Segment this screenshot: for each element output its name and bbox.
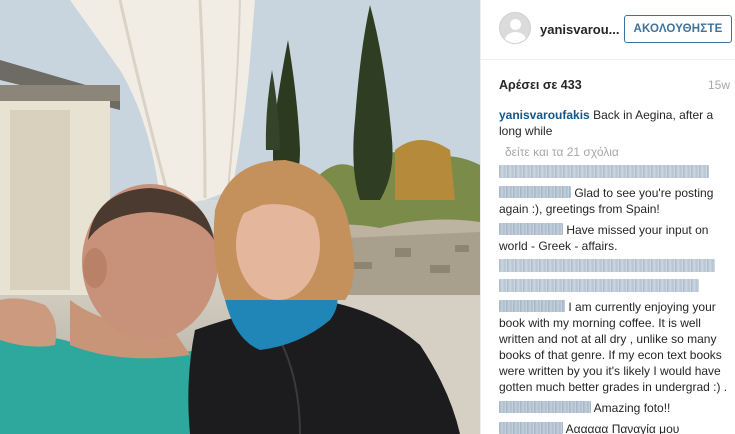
- blurred-comment-line: [499, 259, 715, 272]
- blurred-comment-line: [499, 279, 699, 292]
- username-link[interactable]: yanisvarou...: [540, 22, 619, 37]
- likes-count[interactable]: Αρέσει σε 433: [499, 78, 582, 92]
- post-side-panel: yanisvarou... ΑΚΟΛΟΥΘΗΣΤΕ Αρέσει σε 433 …: [480, 0, 735, 434]
- follow-button[interactable]: ΑΚΟΛΟΥΘΗΣΤΕ: [624, 15, 732, 43]
- comments-list: yanisvaroufakis Back in Aegina, after a …: [499, 107, 731, 434]
- post-header: yanisvarou... ΑΚΟΛΟΥΘΗΣΤΕ: [481, 0, 735, 60]
- view-all-comments-link[interactable]: δείτε και τα 21 σχόλια: [505, 144, 731, 160]
- comment-item: Glad to see you're posting again :), gre…: [499, 185, 731, 217]
- caption-username[interactable]: yanisvaroufakis: [499, 108, 590, 122]
- post-photo[interactable]: [0, 0, 480, 434]
- user-silhouette-icon[interactable]: [499, 12, 531, 44]
- comment-text: Amazing foto!!: [593, 401, 671, 415]
- blurred-username[interactable]: [499, 300, 565, 312]
- post-meta: Αρέσει σε 433 15w: [481, 60, 735, 104]
- caption: yanisvaroufakis Back in Aegina, after a …: [499, 107, 731, 139]
- blurred-comment-line: [499, 165, 709, 178]
- comment-item: I am currently enjoying your book with m…: [499, 299, 731, 395]
- photo-scene: [0, 0, 480, 434]
- blurred-username[interactable]: [499, 223, 563, 235]
- blurred-username[interactable]: [499, 186, 571, 198]
- comment-item: Αααααα Παναγία μου: [499, 421, 731, 434]
- comment-item: Have missed your input on world - Greek …: [499, 222, 731, 254]
- blurred-username[interactable]: [499, 401, 591, 413]
- comment-text: I am currently enjoying your book with m…: [499, 300, 728, 394]
- comment-text: Αααααα Παναγία μου: [565, 422, 680, 434]
- blurred-username[interactable]: [499, 422, 563, 434]
- post-age[interactable]: 15w: [708, 78, 730, 92]
- comment-item: Amazing foto!!: [499, 400, 731, 416]
